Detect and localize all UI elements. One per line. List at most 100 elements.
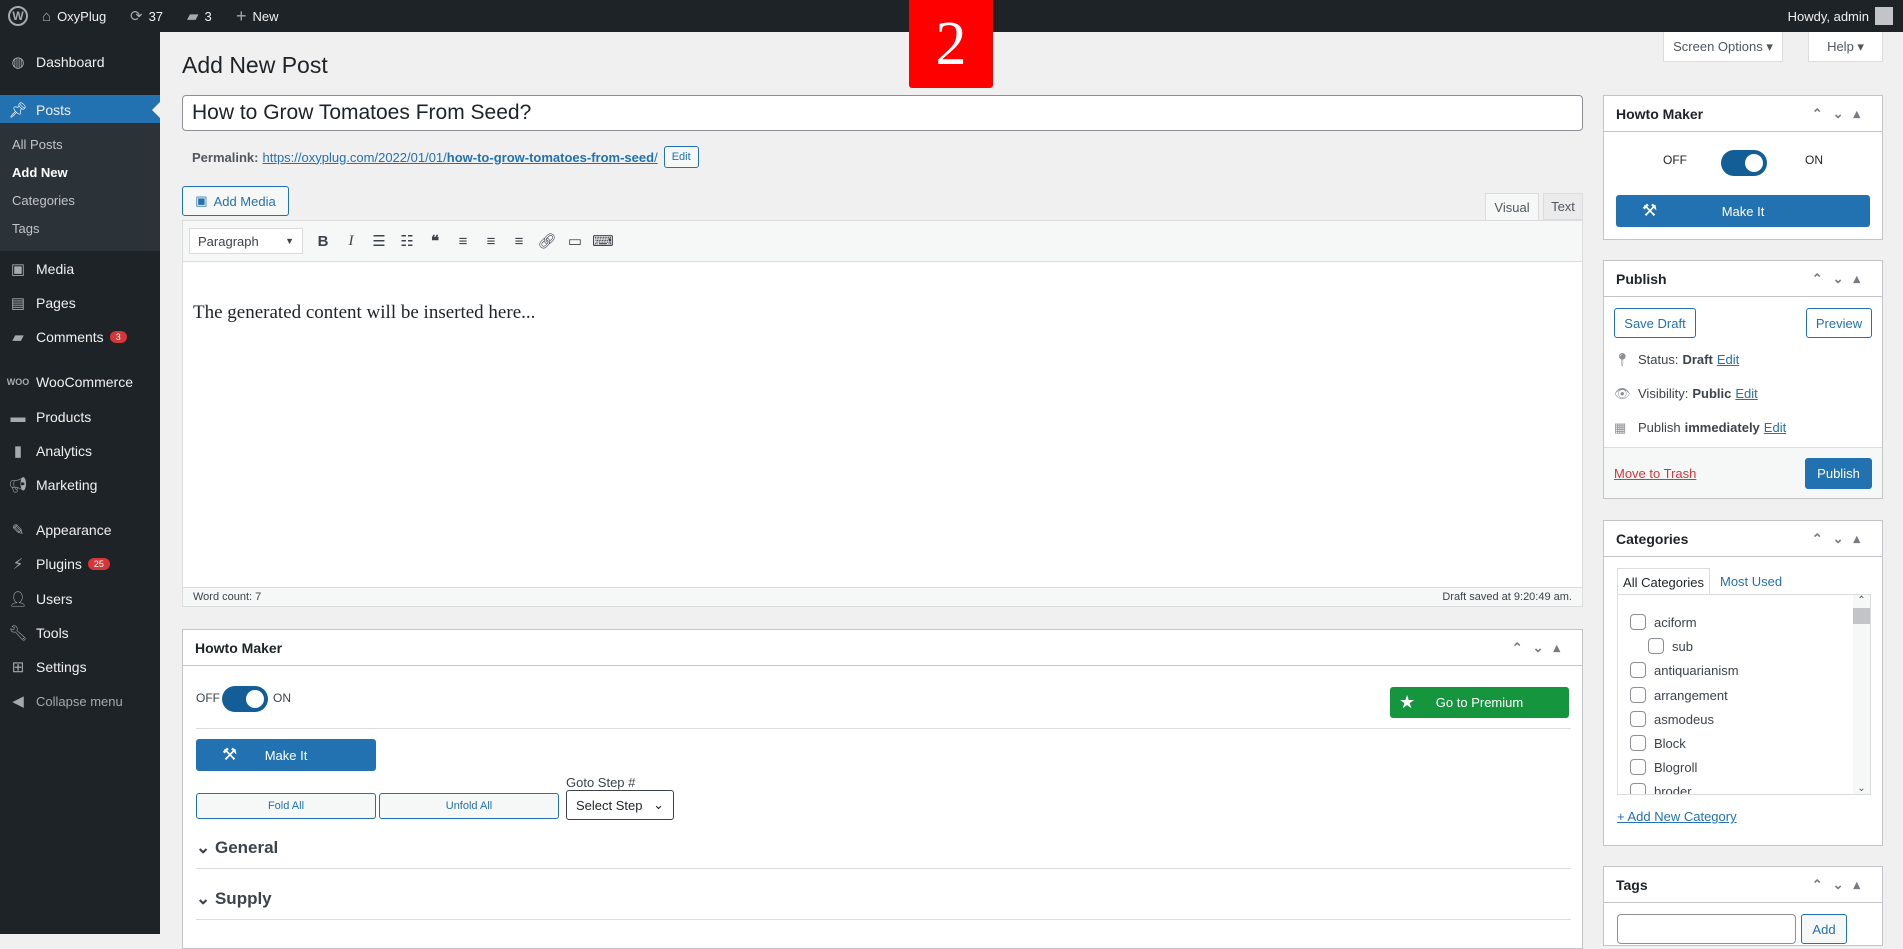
add-tag-button[interactable]: Add: [1801, 914, 1847, 944]
publish-button[interactable]: Publish: [1805, 458, 1872, 489]
numbered-list-icon[interactable]: ☷: [393, 232, 421, 250]
tab-text[interactable]: Text: [1543, 193, 1583, 220]
sidebar-item-woocommerce[interactable]: WOO WooCommerce: [0, 367, 160, 397]
submenu-tags[interactable]: Tags: [12, 221, 39, 236]
help-button[interactable]: Help ▾: [1808, 32, 1883, 62]
box-controls-icon[interactable]: ⌃⌄▴: [1812, 877, 1870, 893]
site-link[interactable]: ⌂ OxyPlug: [42, 0, 106, 32]
select-step-dropdown[interactable]: Select Step ⌄: [566, 790, 674, 820]
link-icon[interactable]: 🔗︎: [533, 232, 561, 250]
add-new-category-link[interactable]: + Add New Category: [1617, 809, 1737, 824]
divider: [196, 728, 1571, 729]
sidebar-item-users[interactable]: 👤︎ Users: [0, 584, 160, 614]
howto-toggle[interactable]: [222, 686, 268, 712]
box-controls-icon[interactable]: ⌃⌄▴: [1512, 640, 1570, 656]
my-account[interactable]: Howdy, admin: [1788, 0, 1869, 32]
submenu-categories[interactable]: Categories: [12, 193, 75, 208]
category-item[interactable]: aciform: [1630, 614, 1697, 630]
fold-all-button[interactable]: Fold All: [196, 793, 376, 819]
category-item[interactable]: asmodeus: [1630, 711, 1714, 727]
edit-schedule-link[interactable]: Edit: [1764, 420, 1786, 436]
add-media-button[interactable]: ▣ Add Media: [182, 186, 289, 216]
read-more-icon[interactable]: ▭: [561, 232, 589, 250]
checkbox[interactable]: [1630, 687, 1646, 703]
edit-visibility-link[interactable]: Edit: [1735, 386, 1757, 402]
checkbox[interactable]: [1630, 735, 1646, 751]
sidebar-item-products[interactable]: ▬ Products: [0, 402, 160, 432]
post-title-input[interactable]: [182, 95, 1583, 131]
permalink-link[interactable]: https://oxyplug.com/2022/01/01/how-to-gr…: [262, 150, 657, 165]
sidebar-item-comments[interactable]: ▰ Comments 3: [0, 322, 160, 352]
editor-content[interactable]: The generated content will be inserted h…: [183, 262, 1582, 587]
blockquote-icon[interactable]: ❝: [421, 232, 449, 250]
sidebar-item-appearance[interactable]: ✎ Appearance: [0, 515, 160, 545]
section-supply[interactable]: ⌄ Supply: [196, 889, 272, 909]
format-select[interactable]: Paragraph ▼: [189, 228, 303, 254]
new-link[interactable]: + New: [236, 0, 279, 32]
align-right-icon[interactable]: ≡: [505, 233, 533, 250]
tab-all-categories[interactable]: All Categories: [1617, 568, 1710, 595]
checkbox[interactable]: [1630, 662, 1646, 678]
checkbox[interactable]: [1630, 711, 1646, 727]
align-left-icon[interactable]: ≡: [449, 233, 477, 250]
avatar[interactable]: [1875, 7, 1893, 25]
scroll-down-icon[interactable]: ⌄: [1853, 783, 1870, 794]
wordpress-logo-icon[interactable]: W: [8, 0, 28, 32]
box-controls-icon[interactable]: ⌃⌄▴: [1812, 106, 1870, 122]
side-make-it-button[interactable]: ⚒ Make It: [1616, 195, 1870, 227]
italic-icon[interactable]: I: [337, 233, 365, 250]
submenu-add-new[interactable]: Add New: [12, 165, 68, 180]
make-it-button[interactable]: ⚒ Make It: [196, 739, 376, 771]
checkbox[interactable]: [1648, 638, 1664, 654]
bold-icon[interactable]: B: [309, 233, 337, 250]
screen-options-button[interactable]: Screen Options ▾: [1663, 32, 1783, 62]
section-general[interactable]: ⌄ General: [196, 838, 278, 858]
unfold-all-button[interactable]: Unfold All: [379, 793, 559, 819]
sidebar-item-media[interactable]: ▣ Media: [0, 254, 160, 284]
save-draft-button[interactable]: Save Draft: [1614, 308, 1696, 338]
box-controls-icon[interactable]: ⌃⌄▴: [1812, 531, 1870, 547]
bullet-list-icon[interactable]: ☰: [365, 232, 393, 250]
permalink-edit-button[interactable]: Edit: [663, 146, 699, 168]
sidebar-item-plugins[interactable]: ⚡︎ Plugins 25: [0, 549, 160, 579]
toolbar-toggle-icon[interactable]: ⌨: [589, 232, 617, 250]
megaphone-icon: 📢︎: [8, 477, 28, 494]
category-item[interactable]: broder: [1630, 783, 1692, 794]
scroll-up-icon[interactable]: ⌃: [1853, 595, 1870, 606]
edit-status-link[interactable]: Edit: [1717, 352, 1739, 368]
category-item[interactable]: arrangement: [1630, 687, 1728, 703]
checkbox[interactable]: [1630, 614, 1646, 630]
sidebar-item-settings[interactable]: ⊞ Settings: [0, 652, 160, 682]
sidebar-item-dashboard[interactable]: ◍ Dashboard: [0, 47, 160, 77]
tags-box: Tags ⌃⌄▴ Add: [1603, 866, 1883, 946]
go-to-premium-button[interactable]: ★ Go to Premium: [1390, 687, 1569, 718]
sidebar-item-pages[interactable]: ▤ Pages: [0, 288, 160, 318]
category-item[interactable]: antiquarianism: [1630, 662, 1739, 678]
checkbox[interactable]: [1630, 783, 1646, 794]
editor-toolbar: Paragraph ▼ B I ☰ ☷ ❝ ≡ ≡ ≡ 🔗︎ ▭ ⌨: [183, 221, 1582, 262]
collapse-menu[interactable]: ◀ Collapse menu: [0, 686, 160, 716]
sidebar-item-analytics[interactable]: ▮ Analytics: [0, 436, 160, 466]
tab-most-used[interactable]: Most Used: [1720, 574, 1782, 589]
checkbox[interactable]: [1630, 759, 1646, 775]
howto-side-toggle[interactable]: [1721, 150, 1767, 176]
sidebar-item-tools[interactable]: 🔧︎ Tools: [0, 618, 160, 648]
sidebar-item-marketing[interactable]: 📢︎ Marketing: [0, 470, 160, 500]
tab-visual[interactable]: Visual: [1485, 193, 1539, 221]
preview-button[interactable]: Preview: [1806, 308, 1872, 338]
sidebar-item-posts[interactable]: 📌︎ Posts: [0, 95, 160, 124]
comments-link[interactable]: ▰ 3: [187, 0, 212, 32]
scrollbar-thumb[interactable]: [1853, 608, 1870, 624]
category-item[interactable]: Block: [1630, 735, 1686, 751]
category-item[interactable]: sub: [1648, 638, 1693, 654]
submenu-all-posts[interactable]: All Posts: [12, 137, 63, 152]
updates-link[interactable]: ⟳ 37: [130, 0, 163, 32]
media-icon: ▣: [195, 193, 208, 208]
box-controls-icon[interactable]: ⌃⌄▴: [1812, 271, 1870, 287]
tag-input[interactable]: [1617, 914, 1796, 944]
visibility-label: Visibility:: [1638, 386, 1689, 401]
align-center-icon[interactable]: ≡: [477, 233, 505, 250]
scrollbar[interactable]: ⌃ ⌄: [1853, 595, 1870, 794]
category-item[interactable]: Blogroll: [1630, 759, 1697, 775]
move-to-trash-link[interactable]: Move to Trash: [1614, 466, 1696, 481]
